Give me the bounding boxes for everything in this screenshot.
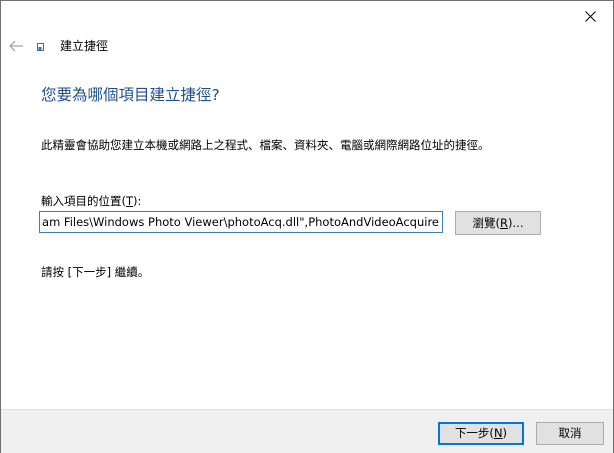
wizard-header: 建立捷徑 [1, 33, 401, 59]
browse-label-prefix: 瀏覽( [472, 216, 501, 230]
shortcut-icon [37, 43, 44, 51]
continue-hint: 請按 [下一步] 繼續。 [41, 265, 150, 279]
cancel-button[interactable]: 取消 [536, 422, 604, 445]
location-label-prefix: 輸入項目的位置( [41, 194, 126, 208]
close-icon [584, 10, 596, 22]
next-label-key: N [493, 426, 503, 440]
location-input-value: am Files\Windows Photo Viewer\photoAcq.d… [42, 215, 439, 229]
browse-label-suffix: )... [508, 216, 524, 230]
location-label: 輸入項目的位置(T): [41, 193, 141, 209]
page-heading: 您要為哪個項目建立捷徑? [41, 86, 220, 104]
browse-button[interactable]: 瀏覽(R)... [455, 211, 541, 235]
back-arrow-icon[interactable] [8, 39, 24, 53]
close-button[interactable] [567, 1, 613, 31]
next-button[interactable]: 下一步(N) [438, 422, 524, 445]
wizard-description: 此精靈會協助您建立本機或網路上之程式、檔案、資料夾、電腦或網際網路位址的捷徑。 [41, 138, 490, 152]
wizard-footer: 下一步(N) 取消 [1, 409, 613, 453]
next-label-suffix: ) [502, 426, 508, 440]
location-label-key: T [126, 194, 134, 208]
location-input[interactable]: am Files\Windows Photo Viewer\photoAcq.d… [39, 211, 443, 233]
shortcut-wizard-window: 建立捷徑 您要為哪個項目建立捷徑? 此精靈會協助您建立本機或網路上之程式、檔案、… [0, 0, 614, 453]
wizard-title: 建立捷徑 [60, 39, 109, 53]
browse-label-key: R [500, 216, 509, 230]
next-label-prefix: 下一步( [454, 426, 494, 440]
location-label-suffix: ): [133, 194, 142, 208]
